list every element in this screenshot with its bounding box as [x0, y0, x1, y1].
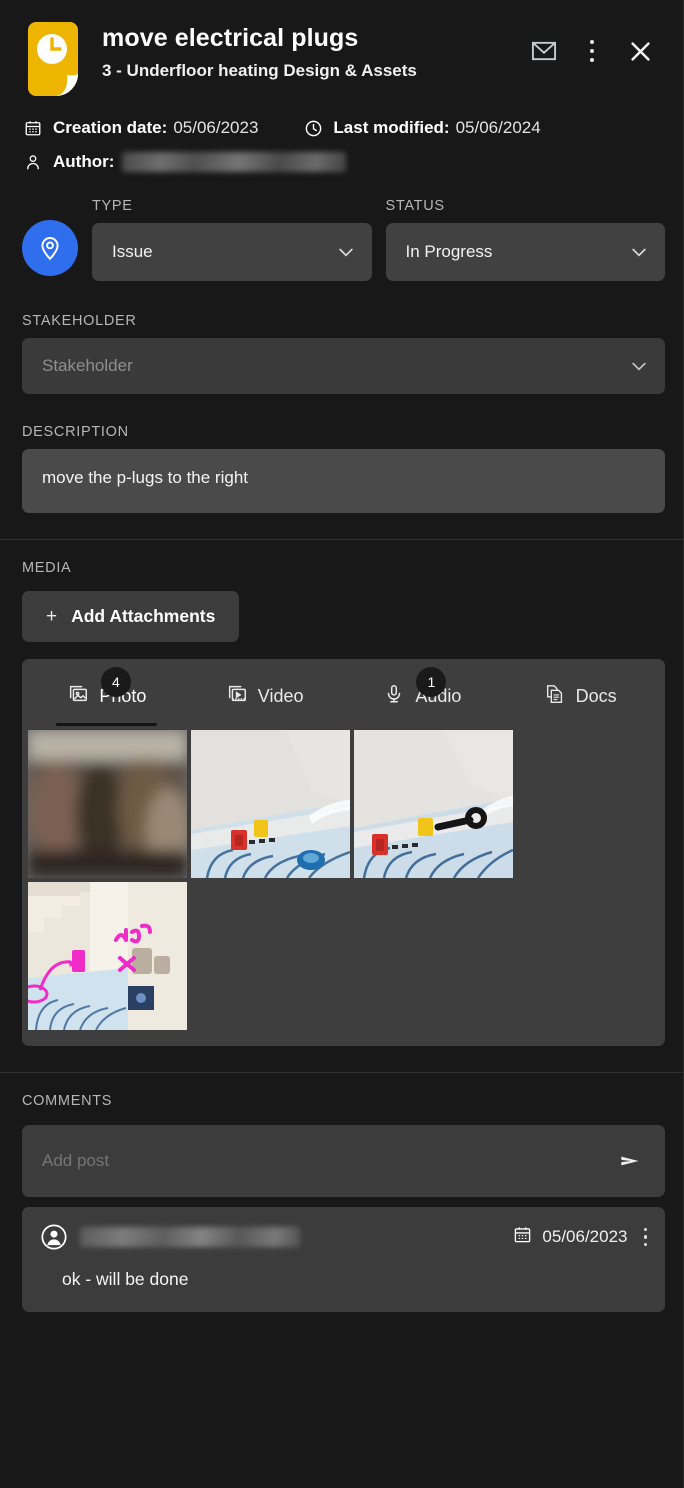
tab-photo[interactable]: Photo 4: [28, 667, 186, 726]
media-section: MEDIA + Add Attachments Photo 4 Video Au…: [0, 540, 683, 1046]
location-pin-badge[interactable]: [22, 220, 78, 276]
creation-date-label: Creation date: [53, 118, 162, 137]
calendar-icon: [22, 119, 44, 137]
last-modified-colon: :: [443, 118, 450, 137]
type-label: TYPE: [92, 198, 133, 214]
status-label: STATUS: [385, 198, 445, 214]
person-icon: [22, 153, 44, 171]
media-panel: Photo 4 Video Audio 1 Docs: [22, 659, 665, 1046]
chevron-down-icon: [336, 242, 356, 262]
thumbnail-4[interactable]: [28, 882, 187, 1030]
clock-icon: [302, 119, 324, 138]
description-input[interactable]: move the p-lugs to the right: [22, 449, 665, 513]
thumbnail-2[interactable]: [191, 730, 350, 878]
tab-video-label: Video: [257, 686, 304, 706]
tab-docs[interactable]: Docs: [501, 683, 659, 726]
add-attachments-button[interactable]: + Add Attachments: [22, 591, 240, 642]
comment-header: 05/06/2023: [40, 1223, 647, 1251]
panel-header: move electrical plugs 3 - Underfloor hea…: [0, 0, 683, 96]
photo-icon: [67, 683, 89, 710]
page-subtitle: 3 - Underfloor heating Design & Assets: [102, 60, 417, 80]
last-modified-item: Last modified : 05/06/2024: [302, 118, 541, 138]
tab-photo-badge: 4: [100, 667, 131, 697]
comments-section: COMMENTS Add post 05/06/2023 ok - will b…: [0, 1073, 683, 1312]
author-value-redacted: [122, 152, 347, 172]
status-field-group: STATUS In Progress: [385, 198, 665, 281]
thumbnail-1[interactable]: [28, 730, 187, 878]
close-icon[interactable]: [619, 30, 661, 72]
type-status-row: TYPE Issue STATUS In Progress: [0, 186, 683, 281]
header-title-group: move electrical plugs 3 - Underfloor hea…: [84, 20, 523, 81]
status-select[interactable]: In Progress: [385, 223, 665, 281]
creation-date-item: Creation date : 05/06/2023: [22, 118, 258, 138]
comment-author-redacted: [80, 1227, 300, 1247]
comment-date-group: 05/06/2023: [513, 1225, 647, 1249]
comments-label: COMMENTS: [22, 1093, 113, 1109]
calendar-icon: [513, 1225, 532, 1249]
comment-text: ok - will be done: [62, 1269, 189, 1289]
tab-audio[interactable]: Audio 1: [344, 667, 502, 726]
add-post-row: [22, 1125, 665, 1197]
author-label: Author: [53, 152, 109, 171]
comment-item: 05/06/2023 ok - will be done: [22, 1207, 665, 1312]
page-title: move electrical plugs: [102, 24, 359, 52]
stakeholder-field-group: STAKEHOLDER Stakeholder: [0, 313, 683, 394]
avatar: [40, 1223, 68, 1251]
stakeholder-select[interactable]: Stakeholder: [22, 338, 665, 394]
media-tabs: Photo 4 Video Audio 1 Docs: [22, 667, 665, 726]
tab-docs-label: Docs: [575, 686, 617, 706]
description-label: DESCRIPTION: [22, 424, 129, 440]
add-attachments-label: Add Attachments: [71, 606, 216, 626]
tab-photo-underline: [56, 723, 158, 726]
description-field-group: DESCRIPTION move the p-lugs to the right: [0, 424, 683, 513]
comment-date: 05/06/2023: [542, 1227, 628, 1246]
metadata-section: Creation date : 05/06/2023 Last modified…: [0, 96, 683, 186]
last-modified-label: Last modified: [333, 118, 444, 137]
type-value: Issue: [112, 242, 153, 261]
chevron-down-icon: [629, 356, 649, 376]
media-thumbnails: [22, 730, 665, 1030]
audio-microphone-icon: [383, 683, 405, 710]
status-value: In Progress: [405, 242, 493, 261]
plus-icon: +: [46, 606, 58, 627]
author-colon: :: [108, 152, 115, 171]
stakeholder-label: STAKEHOLDER: [22, 313, 137, 329]
chevron-down-icon: [629, 242, 649, 262]
issue-detail-panel: move electrical plugs 3 - Underfloor hea…: [0, 0, 684, 1488]
comment-more-options-icon[interactable]: [638, 1227, 647, 1247]
author-item: Author :: [22, 152, 347, 172]
media-label: MEDIA: [22, 560, 72, 576]
last-modified-value: 05/06/2024: [455, 118, 541, 137]
type-select[interactable]: Issue: [92, 223, 372, 281]
creation-date-value: 05/06/2023: [173, 118, 259, 137]
send-icon[interactable]: [615, 1146, 645, 1176]
thumbnail-3[interactable]: [354, 730, 513, 878]
author-row: Author :: [22, 152, 661, 172]
document-clock-icon: [22, 22, 84, 96]
type-field-group: TYPE Issue: [92, 198, 372, 281]
creation-date-colon: :: [161, 118, 168, 137]
tab-video[interactable]: Video: [186, 683, 344, 726]
header-actions: [523, 20, 661, 72]
video-icon: [226, 683, 248, 710]
mail-icon[interactable]: [523, 30, 565, 72]
docs-icon: [544, 683, 566, 710]
stakeholder-placeholder: Stakeholder: [42, 356, 133, 375]
add-post-input[interactable]: [42, 1151, 615, 1171]
more-options-icon[interactable]: [571, 30, 613, 72]
dates-row: Creation date : 05/06/2023 Last modified…: [22, 118, 661, 138]
